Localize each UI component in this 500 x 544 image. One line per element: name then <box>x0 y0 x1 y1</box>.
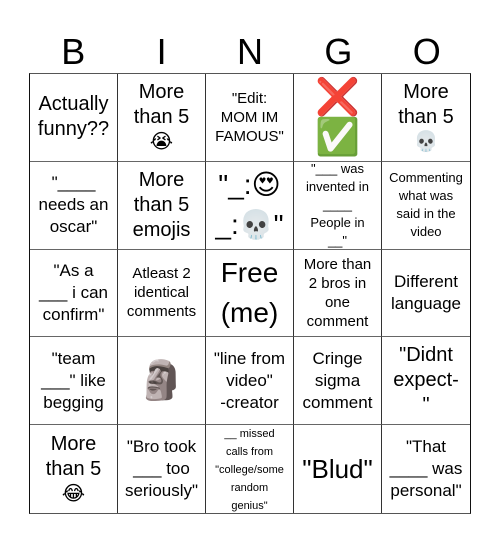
bingo-cell[interactable]: Commenting what was said in the video <box>382 162 470 250</box>
bingo-cell[interactable]: "That ____ was personal" <box>382 425 470 513</box>
cell-text: "___ was invented in ____ People in __" <box>306 161 369 249</box>
cell-text: More than 5 <box>398 81 454 129</box>
bingo-cell[interactable]: "Blud" <box>294 425 382 513</box>
cell-text: "Bro took ___ too seriously" <box>124 437 199 501</box>
bingo-cell[interactable]: Atleast 2 identical comments <box>118 249 206 338</box>
cell-text: More than 5 <box>133 81 190 129</box>
cell-text: "Didnt expect- " <box>393 344 459 417</box>
cell-text: "Blud" <box>302 454 373 485</box>
header-letter-o: O <box>412 31 441 72</box>
bingo-card: Actually funny?? More than 5 😭 "Edit: MOM… <box>29 73 471 514</box>
bingo-cell[interactable]: "_:😍 _:💀" <box>206 161 294 250</box>
cell-text: "____ needs an oscar" <box>38 173 109 237</box>
cell-text: "team ___" like begging <box>41 348 106 412</box>
cell-text: More than 2 bros in one comment <box>303 255 372 330</box>
header-letter-i: I <box>156 31 167 72</box>
cell-text: More than 5 emojis <box>132 168 191 241</box>
header-letter-b: B <box>61 31 86 72</box>
bingo-cell[interactable]: More than 5 😭 <box>118 74 206 162</box>
bingo-cell[interactable]: Different language <box>382 250 470 338</box>
bingo-cell[interactable]: "As a ___ i can confirm" <box>30 249 118 338</box>
bingo-cell[interactable]: More than 5 emojis <box>118 161 206 250</box>
cell-text: Cringe sigma comment <box>302 348 373 412</box>
cross-mark-check-mark-icon: ❌ ✅ <box>315 76 360 158</box>
bingo-cell[interactable]: Cringe sigma comment <box>294 337 382 426</box>
header-letter-n: N <box>236 31 263 72</box>
face-with-tears-of-joy-icon: 😂 <box>61 483 86 506</box>
bingo-cell[interactable]: "Edit: MOM IM FAMOUS" <box>206 74 294 162</box>
bingo-cell[interactable]: More than 5 💀 <box>382 74 470 162</box>
bingo-cell[interactable]: ❌ ✅ <box>294 74 382 162</box>
bingo-cell[interactable]: "team ___" like begging <box>30 337 118 426</box>
cell-text: "That ____ was personal" <box>389 437 463 501</box>
cell-text: Atleast 2 identical comments <box>126 265 197 321</box>
bingo-cell[interactable]: Actually funny?? <box>30 74 118 162</box>
cell-text: "Edit: MOM IM FAMOUS" <box>215 89 284 145</box>
cell-text: "line from video" -creator <box>213 348 286 412</box>
cell-text: Commenting what was said in the video <box>389 170 463 240</box>
loudly-crying-face-icon: 😭 <box>149 131 174 154</box>
cell-text: "_:😍 _:💀" <box>215 169 284 241</box>
bingo-cell[interactable]: __ missed calls from "college/some rando… <box>206 425 294 513</box>
free-space-text: Free (me) <box>220 256 279 328</box>
skull-icon: 💀 <box>413 131 439 154</box>
bingo-cell[interactable]: "Didnt expect- " <box>382 337 470 426</box>
free-space-cell[interactable]: Free (me) <box>206 249 294 338</box>
bingo-cell[interactable]: "line from video" -creator <box>206 337 294 426</box>
bingo-cell[interactable]: More than 5 😂 <box>30 425 118 513</box>
cell-text: "As a ___ i can confirm" <box>39 260 108 324</box>
cell-text: __ missed calls from "college/some rando… <box>215 428 284 513</box>
moai-icon: 🗿 <box>137 359 186 402</box>
header-letter-g: G <box>324 31 353 72</box>
bingo-header: B I N G O <box>29 30 471 73</box>
bingo-cell[interactable]: 🗿 <box>118 337 206 426</box>
cell-text: Different language <box>391 271 461 313</box>
bingo-cell[interactable]: "___ was invented in ____ People in __" <box>294 161 382 250</box>
bingo-cell[interactable]: More than 2 bros in one comment <box>294 249 382 338</box>
bingo-cell[interactable]: "Bro took ___ too seriously" <box>118 425 206 513</box>
bingo-cell[interactable]: "____ needs an oscar" <box>30 161 118 250</box>
cell-text: More than 5 <box>45 433 102 481</box>
cell-text: Actually funny?? <box>37 93 110 141</box>
